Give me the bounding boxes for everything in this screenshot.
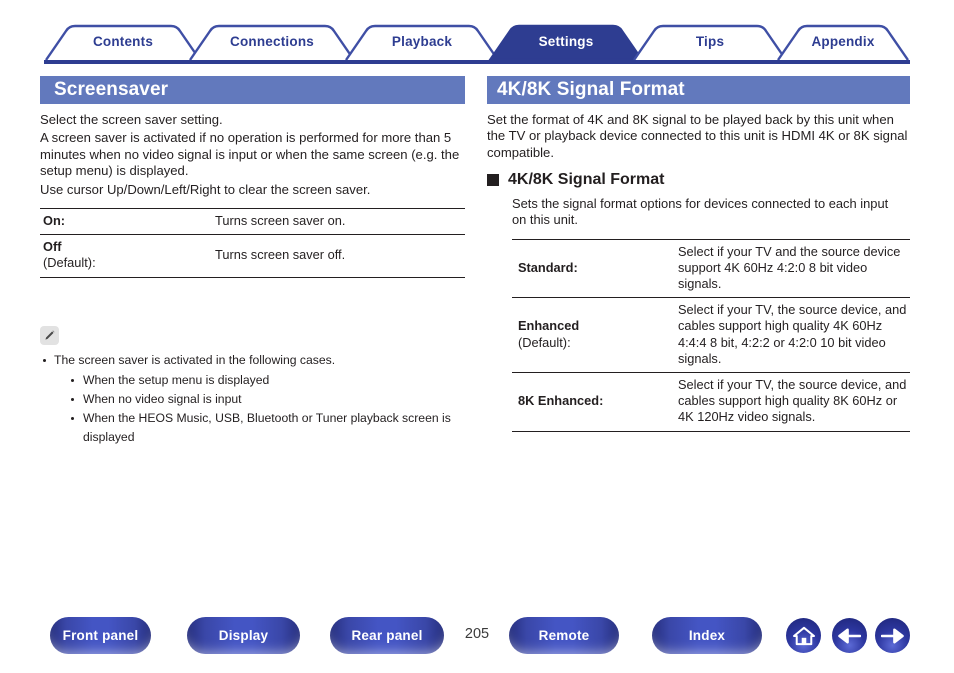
remote-button-label: Remote: [538, 628, 590, 643]
option-label-text: Off: [43, 239, 62, 255]
option-label: On:: [40, 208, 215, 236]
table-row: Standard: Select if your TV and the sour…: [512, 238, 910, 299]
intro-paragraph: Set the format of 4K and 8K signal to be…: [487, 112, 908, 160]
tab-tips[interactable]: Tips: [632, 24, 788, 60]
table-row: Enhanced (Default): Select if your TV, t…: [512, 297, 910, 374]
tab-appendix[interactable]: Appendix: [776, 24, 910, 60]
tab-label: Tips: [695, 34, 725, 49]
list-item: The screen saver is activated in the fol…: [40, 352, 465, 447]
pencil-glyph: [45, 330, 55, 340]
back-button[interactable]: [832, 618, 867, 653]
table-row: 8K Enhanced: Select if your TV, the sour…: [512, 372, 910, 432]
front-panel-button[interactable]: Front panel: [50, 617, 151, 654]
tab-label: Playback: [391, 34, 453, 49]
list-item: When no video signal is input: [68, 390, 465, 409]
page-title-signal-format: 4K/8K Signal Format: [487, 76, 910, 104]
subsection-heading: 4K/8K Signal Format: [487, 171, 910, 189]
list-item: When the setup menu is displayed: [68, 371, 465, 390]
tab-contents[interactable]: Contents: [44, 24, 202, 60]
option-label-text: On:: [43, 213, 66, 229]
tab-bar-baseline: [44, 60, 910, 64]
intro-paragraph-3: Use cursor Up/Down/Left/Right to clear t…: [40, 181, 371, 197]
option-default-marker: (Default):: [518, 334, 571, 350]
note-block: The screen saver is activated in the fol…: [40, 325, 465, 447]
screensaver-options-table: On: Turns screen saver on. Off (Default)…: [40, 208, 465, 278]
front-panel-button-label: Front panel: [62, 628, 139, 643]
option-label: Enhanced (Default):: [512, 297, 678, 374]
display-button-label: Display: [218, 628, 269, 643]
option-description: Select if your TV, the source device, an…: [678, 297, 910, 374]
left-column: Screensaver Select the screen saver sett…: [40, 76, 465, 447]
display-button[interactable]: Display: [187, 617, 300, 654]
index-button[interactable]: Index: [652, 617, 762, 654]
arrow-left-icon: [838, 628, 861, 643]
note-text: The screen saver is activated in the fol…: [54, 352, 336, 367]
remote-button[interactable]: Remote: [509, 617, 619, 654]
rear-panel-button-label: Rear panel: [351, 628, 423, 643]
option-label: Off (Default):: [40, 234, 215, 278]
tab-settings[interactable]: Settings: [488, 24, 644, 60]
note-sub-list: When the setup menu is displayed When no…: [54, 371, 465, 447]
tab-label: Connections: [230, 34, 314, 49]
note-list: The screen saver is activated in the fol…: [40, 352, 465, 447]
option-description: Turns screen saver off.: [215, 234, 465, 278]
bottom-navigation-bar: Front panel Display Rear panel 205 Remot…: [0, 617, 954, 659]
option-description: Turns screen saver on.: [215, 208, 465, 236]
right-column: 4K/8K Signal Format Set the format of 4K…: [487, 76, 910, 432]
home-button[interactable]: [786, 618, 821, 653]
page-title-screensaver: Screensaver: [40, 76, 465, 104]
tab-label: Settings: [538, 34, 594, 49]
signal-format-options-table: Standard: Select if your TV and the sour…: [512, 238, 910, 432]
top-tab-bar: Contents Connections Playback Settings T…: [44, 22, 910, 64]
table-row: Off (Default): Turns screen saver off.: [40, 234, 465, 278]
index-button-label: Index: [688, 628, 726, 643]
option-label-text: 8K Enhanced:: [518, 393, 604, 409]
intro-paragraph-2: A screen saver is activated if no operat…: [40, 130, 460, 179]
home-icon: [792, 626, 815, 645]
tab-playback[interactable]: Playback: [344, 24, 500, 60]
tab-label: Contents: [92, 34, 154, 49]
forward-button[interactable]: [875, 618, 910, 653]
option-label: Standard:: [512, 238, 678, 299]
page-number: 205: [464, 626, 490, 642]
tab-label: Appendix: [811, 34, 875, 49]
option-label-text: Standard:: [518, 259, 578, 275]
subsection-heading-label: 4K/8K Signal Format: [508, 171, 665, 189]
intro-paragraph-1: Select the screen saver setting.: [40, 112, 223, 127]
option-description: Select if your TV and the source device …: [678, 238, 910, 299]
option-label: 8K Enhanced:: [512, 372, 678, 432]
tab-connections[interactable]: Connections: [188, 24, 356, 60]
option-description: Select if your TV, the source device, an…: [678, 372, 910, 432]
option-default-marker: (Default):: [43, 255, 96, 271]
list-item: When the HEOS Music, USB, Bluetooth or T…: [68, 409, 465, 447]
square-bullet-icon: [487, 174, 499, 187]
pencil-icon: [40, 325, 59, 345]
table-row: On: Turns screen saver on.: [40, 208, 465, 236]
option-label-text: Enhanced: [518, 318, 580, 334]
rear-panel-button[interactable]: Rear panel: [330, 617, 444, 654]
subsection-paragraph: Sets the signal format options for devic…: [512, 196, 889, 228]
arrow-right-icon: [881, 628, 904, 643]
